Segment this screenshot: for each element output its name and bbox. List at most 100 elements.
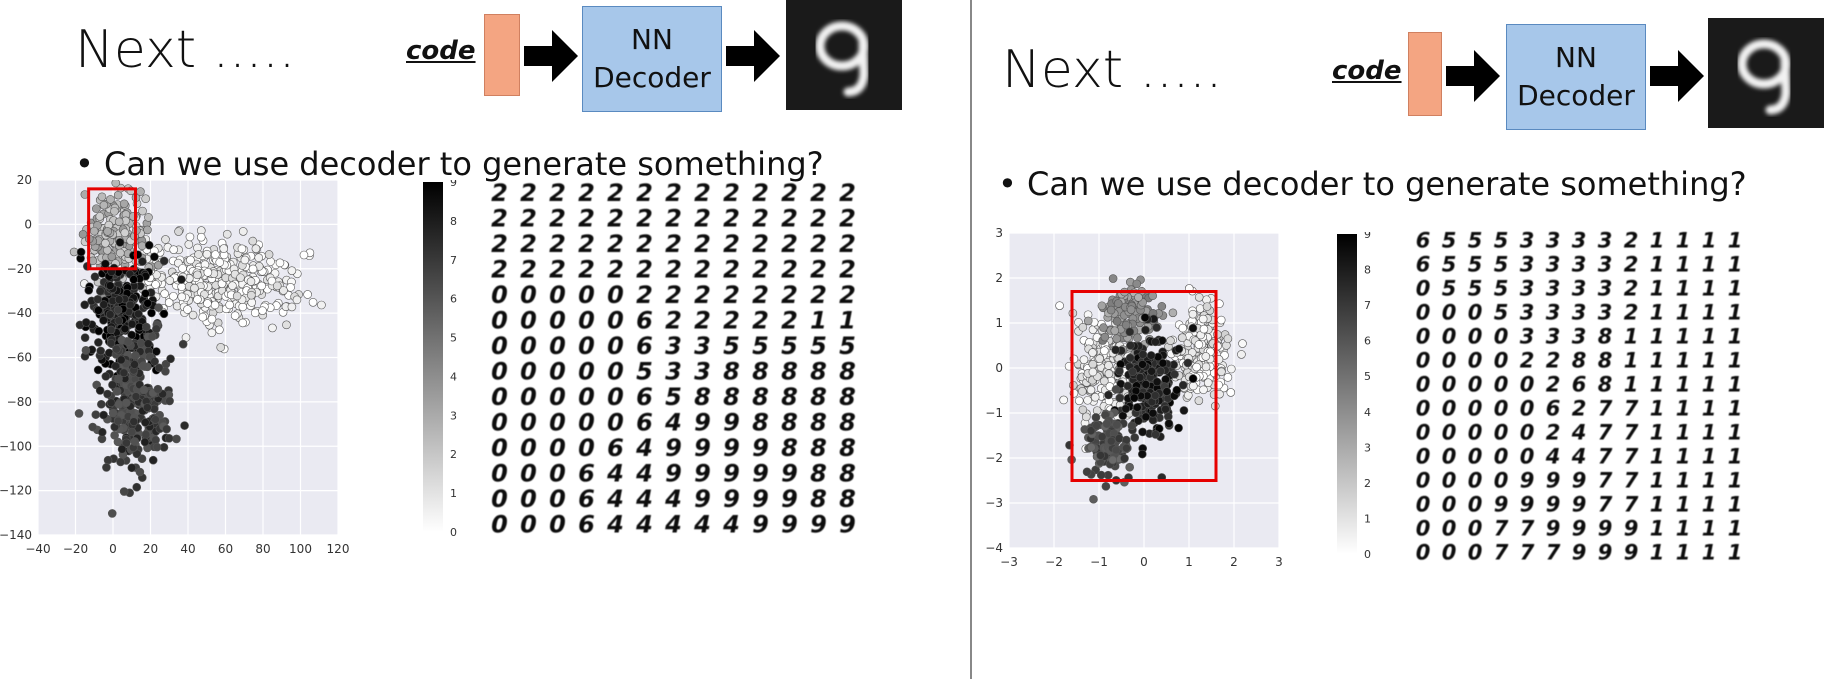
generated-digit: 0 [578,332,595,360]
data-point [113,190,123,200]
data-point [1100,332,1110,342]
generated-digit: 3 [1546,325,1561,349]
data-point [165,276,175,285]
generated-digit: 3 [1520,253,1535,277]
data-point [308,297,318,307]
data-point [142,322,151,332]
data-point [99,200,109,210]
data-point [135,467,145,477]
generated-digit: 0 [491,383,508,411]
data-point [1122,443,1131,453]
data-point [1125,462,1134,472]
data-point [178,264,187,273]
generated-digit: 8 [810,357,827,385]
generated-digit: 0 [491,332,508,360]
generated-digit: 3 [1572,325,1587,349]
generated-digit: 2 [839,255,856,283]
generated-digit: 1 [1702,325,1717,349]
generated-digit: 2 [491,204,508,232]
generated-digit: 1 [1676,421,1691,445]
nn-decoder-box: NN Decoder [1506,24,1646,130]
data-point [112,344,121,354]
data-point [1151,337,1160,347]
colorbar-tick-label: 4 [450,370,457,383]
generated-digit: 2 [781,255,798,283]
data-point [92,204,101,213]
generated-digit: 8 [839,408,856,436]
data-point [127,463,137,473]
generated-digit: 0 [1442,397,1457,421]
x-tick-label: 80 [255,542,270,556]
generated-digit: 9 [839,510,856,538]
x-tick-label: −3 [1000,555,1018,569]
data-point [129,275,138,284]
generated-digit: 2 [520,255,537,283]
generated-digit: 2 [578,255,595,283]
data-point [1194,396,1204,405]
data-point [81,346,91,355]
colorbar-tick-label: 8 [1364,264,1371,277]
arrow-icon [524,30,578,82]
data-point [222,229,232,239]
generated-digit: 0 [491,357,508,385]
generated-digit: 1 [1702,301,1717,325]
data-point [117,444,127,454]
generated-digit: 2 [752,230,769,258]
generated-digit: 8 [810,485,827,513]
generated-digit: 2 [578,180,595,207]
generated-digit: 9 [1546,517,1561,541]
data-point [1238,339,1247,348]
generated-digit: 2 [694,230,711,258]
generated-digit: 1 [1702,373,1717,397]
data-point [99,410,108,420]
data-point [215,325,224,335]
generated-digit: 0 [1442,301,1457,325]
generated-digit: 5 [636,357,653,385]
colorbar-tick-label: 5 [450,332,457,345]
data-point [1133,403,1142,412]
output-digit-image [1708,18,1824,128]
data-point [1132,279,1142,289]
generated-digit: 6 [578,485,595,513]
data-point [129,417,139,426]
colorbar-tick-label: 7 [1364,299,1371,312]
data-point [1183,358,1193,368]
data-point [108,380,117,390]
data-point [193,270,202,280]
generated-digit: 1 [1728,373,1743,397]
data-point [151,435,160,445]
data-point [105,310,115,319]
data-point [169,291,178,301]
generated-digit: 3 [1572,277,1587,301]
colorbar-tick-label: 4 [1364,406,1371,419]
y-tick-label: 3 [995,226,1003,240]
generated-digit: 4 [664,510,682,538]
data-point [272,281,282,291]
generated-digit: 8 [752,357,769,385]
data-point [1104,390,1113,400]
generated-digit: 5 [781,332,798,360]
generated-digit: 1 [1702,517,1717,541]
generated-digit: 0 [1416,421,1431,445]
generated-digit: 9 [781,510,798,538]
generated-digit: 4 [635,434,653,462]
data-point [1088,367,1098,377]
y-tick-label: −2 [985,451,1003,465]
arrow-icon [726,30,780,82]
generated-digit: 2 [607,204,624,232]
colorbar-tick-label: 9 [1364,232,1371,241]
data-point [211,250,220,259]
data-point [1199,324,1209,334]
data-point [1178,323,1188,333]
data-point [1095,354,1104,364]
generated-digit: 1 [1728,349,1743,373]
generated-digit: 6 [1572,373,1587,397]
generated-digit: 9 [1598,517,1613,541]
colorbar-tick-label: 6 [1364,335,1371,348]
generated-digit: 4 [693,510,711,538]
data-point [196,232,206,242]
generated-digit: 2 [520,230,537,258]
data-point [264,250,274,259]
data-point [107,509,117,518]
generated-digit: 4 [1571,445,1587,469]
